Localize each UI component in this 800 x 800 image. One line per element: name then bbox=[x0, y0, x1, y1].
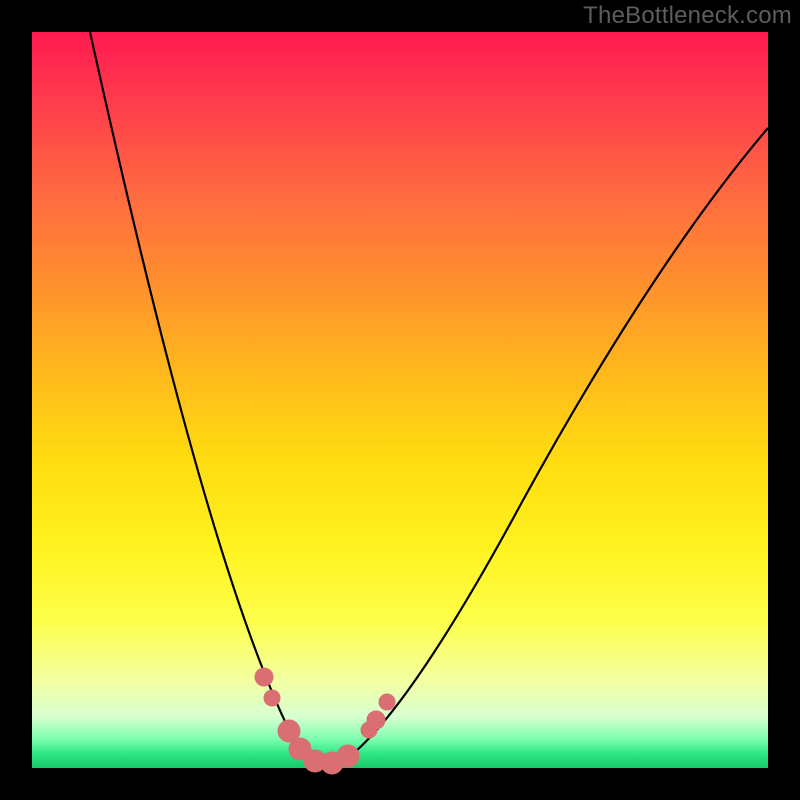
chart-svg bbox=[32, 32, 768, 768]
marker-point bbox=[264, 690, 280, 706]
marker-point bbox=[367, 711, 385, 729]
bottleneck-curve bbox=[90, 32, 768, 764]
watermark-text: TheBottleneck.com bbox=[583, 2, 792, 30]
plot-area bbox=[32, 32, 768, 768]
marker-point bbox=[255, 668, 273, 686]
markers-group bbox=[255, 668, 395, 774]
marker-point bbox=[379, 694, 395, 710]
marker-point bbox=[337, 745, 359, 767]
chart-frame: TheBottleneck.com bbox=[0, 0, 800, 800]
